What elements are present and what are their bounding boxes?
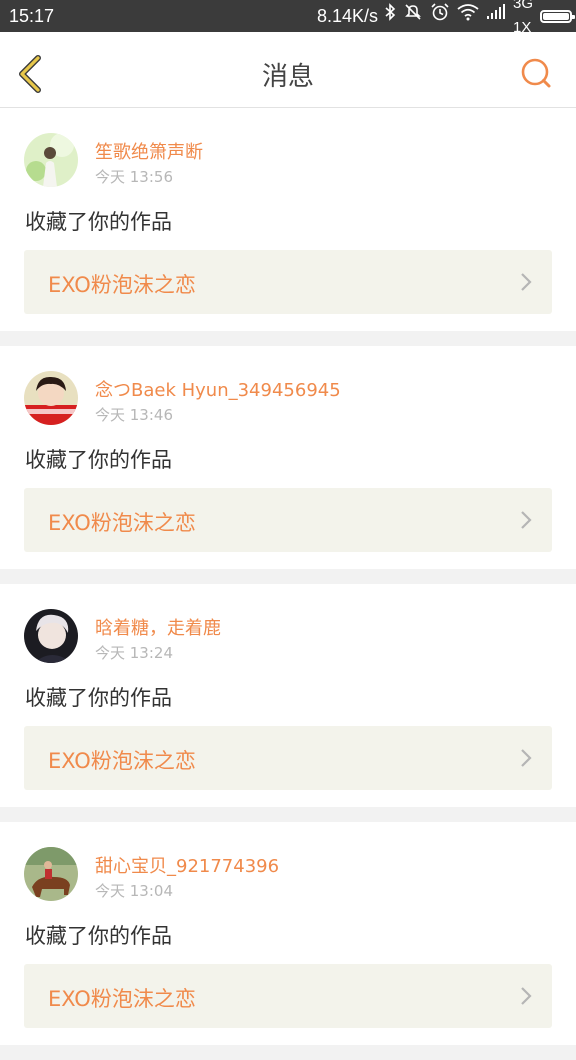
battery-icon: [540, 9, 576, 23]
avatar-horse-rider: [24, 847, 78, 901]
work-title: EXO粉泡沫之恋: [48, 987, 196, 1011]
action-text: 收藏了你的作品: [25, 924, 172, 948]
action-text: 收藏了你的作品: [25, 686, 172, 710]
work-link[interactable]: EXO粉泡沫之恋: [24, 726, 552, 790]
work-link[interactable]: EXO粉泡沫之恋: [24, 250, 552, 314]
search-icon: [521, 58, 551, 88]
avatar-girl-green: [24, 133, 78, 187]
work-title: EXO粉泡沫之恋: [48, 749, 196, 773]
work-link[interactable]: EXO粉泡沫之恋: [24, 488, 552, 552]
chevron-right-icon: [521, 273, 532, 291]
timestamp: 今天 13:56: [95, 168, 173, 186]
notification-card: 笙歌绝箫声断 今天 13:56 收藏了你的作品 EXO粉泡沫之恋: [0, 108, 576, 331]
work-title: EXO粉泡沫之恋: [48, 273, 196, 297]
status-bar: 15:17 8.14K/s 3G 1X: [0, 0, 576, 36]
avatar-boy-dark: [24, 609, 78, 663]
app-header: 消息: [0, 32, 576, 108]
action-text: 收藏了你的作品: [25, 210, 172, 234]
notification-card: 晗着糖，走着鹿 今天 13:24 收藏了你的作品 EXO粉泡沫之恋: [0, 584, 576, 807]
chevron-right-icon: [521, 987, 532, 1005]
username[interactable]: 晗着糖，走着鹿: [95, 614, 221, 640]
chevron-right-icon: [521, 511, 532, 529]
signal-icon: [486, 4, 506, 28]
username[interactable]: 甜心宝贝_921774396: [95, 852, 279, 878]
notification-list: 笙歌绝箫声断 今天 13:56 收藏了你的作品 EXO粉泡沫之恋 念つBaek …: [0, 108, 576, 1060]
work-link[interactable]: EXO粉泡沫之恋: [24, 964, 552, 1028]
notification-card: 甜心宝贝_921774396 今天 13:04 收藏了你的作品 EXO粉泡沫之恋: [0, 822, 576, 1045]
work-title: EXO粉泡沫之恋: [48, 511, 196, 535]
timestamp: 今天 13:24: [95, 644, 173, 662]
avatar[interactable]: [24, 133, 78, 187]
action-text: 收藏了你的作品: [25, 448, 172, 472]
avatar[interactable]: [24, 371, 78, 425]
wifi-icon: [457, 3, 479, 29]
network-speed: 8.14K/s: [317, 6, 379, 26]
avatar[interactable]: [24, 847, 78, 901]
mute-icon: [403, 2, 423, 30]
page-title: 消息: [261, 62, 314, 92]
timestamp: 今天 13:46: [95, 406, 173, 424]
alarm-icon: [430, 2, 450, 30]
status-time: 15:17: [9, 6, 55, 26]
status-icons: 3G 1X: [384, 0, 576, 36]
username[interactable]: 念つBaek Hyun_349456945: [95, 376, 341, 402]
bluetooth-icon: [384, 3, 396, 29]
avatar[interactable]: [24, 609, 78, 663]
search-button[interactable]: [518, 56, 554, 92]
chevron-right-icon: [521, 749, 532, 767]
avatar-boy-red: [24, 371, 78, 425]
username[interactable]: 笙歌绝箫声断: [95, 138, 203, 164]
notification-card: 念つBaek Hyun_349456945 今天 13:46 收藏了你的作品 E…: [0, 346, 576, 569]
timestamp: 今天 13:04: [95, 882, 173, 900]
